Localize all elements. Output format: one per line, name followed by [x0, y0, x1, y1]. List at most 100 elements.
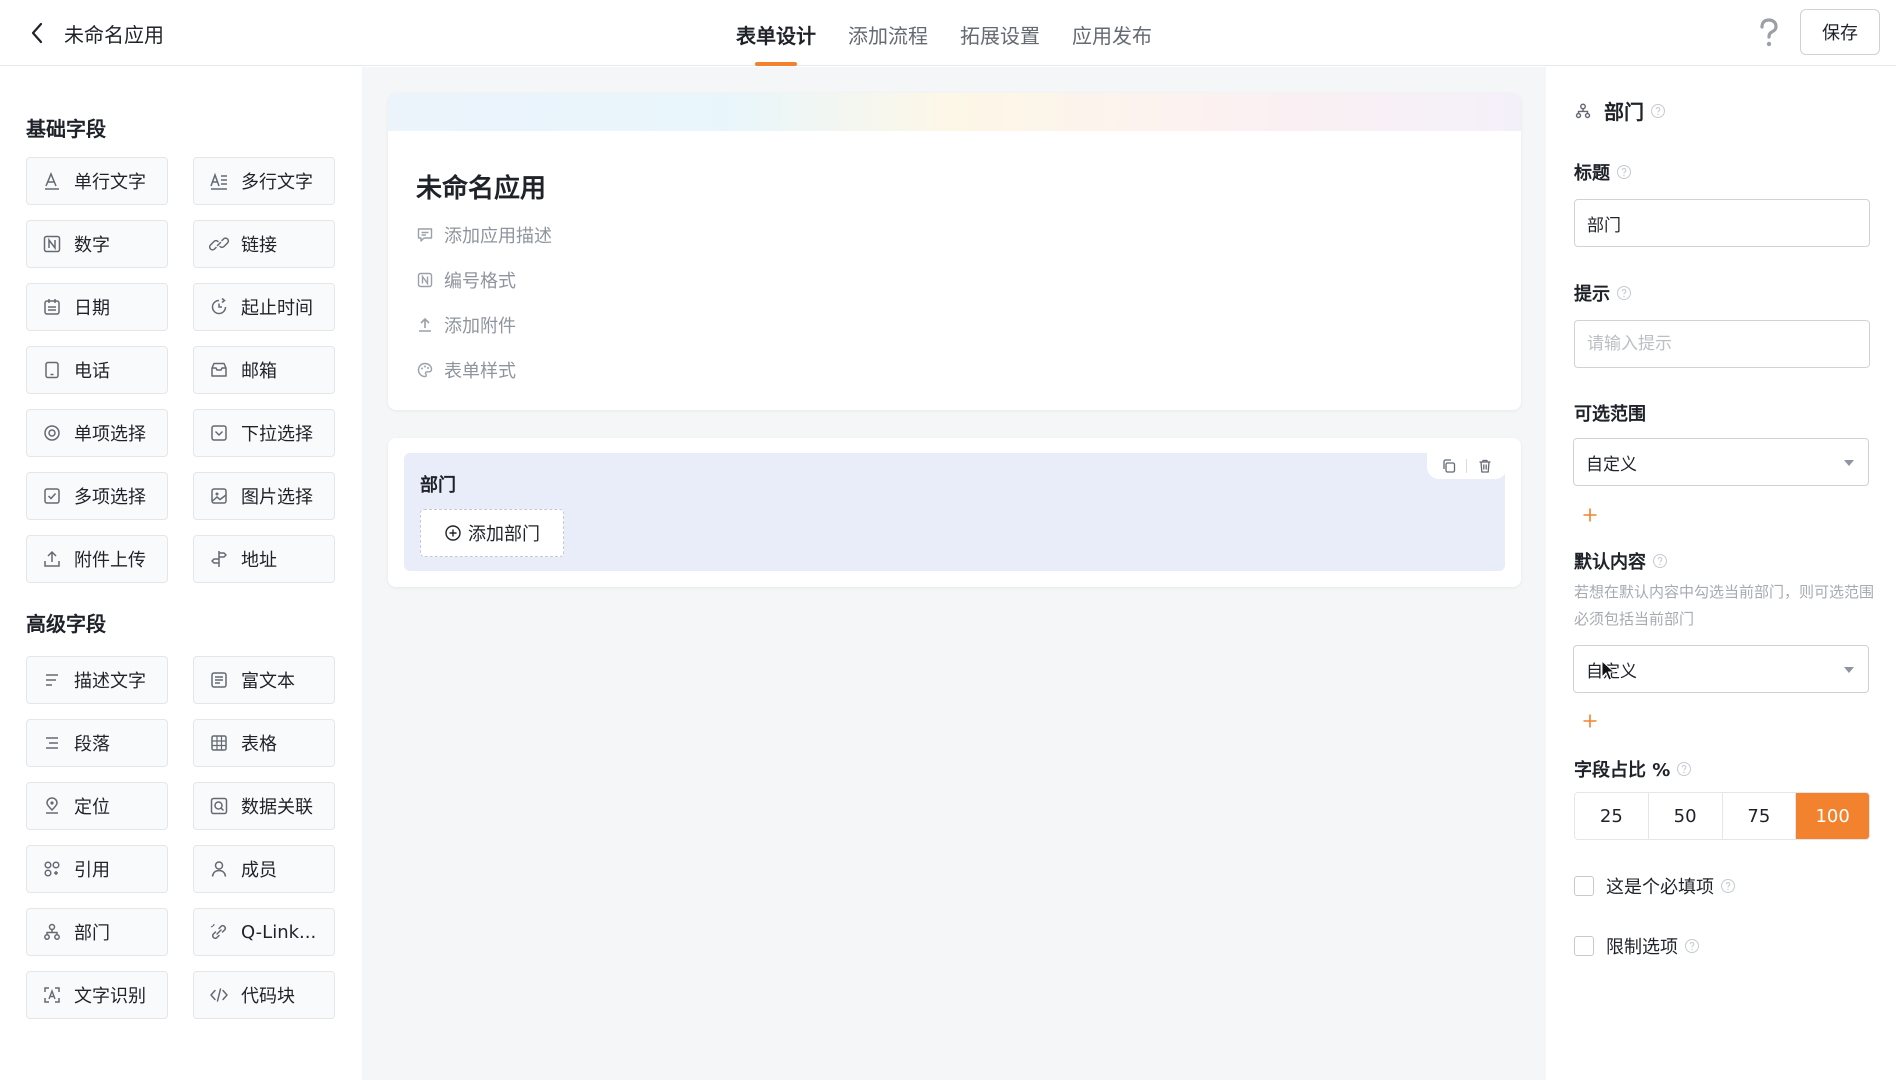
add-department-button[interactable]: 添加部门 — [420, 509, 564, 557]
field-item-label: 部门 — [74, 923, 110, 944]
field-item-code-block[interactable]: 代码块 — [193, 971, 335, 1019]
info-icon[interactable] — [1652, 553, 1668, 569]
copy-field-button[interactable] — [1439, 456, 1459, 476]
field-item-description[interactable]: 描述文字 — [26, 656, 168, 704]
ratio-option-75[interactable]: 75 — [1722, 793, 1797, 839]
field-item-number[interactable]: 数字 — [26, 220, 168, 268]
field-item-data-link[interactable]: 数据关联 — [193, 782, 335, 830]
field-item-label: 数字 — [74, 235, 110, 256]
field-item-ocr[interactable]: 文字识别 — [26, 971, 168, 1019]
form-header-card[interactable]: 未命名应用 添加应用描述 编号格式 添加附件 表单样式 — [388, 93, 1521, 410]
field-item-rich-text[interactable]: 富文本 — [193, 656, 335, 704]
copy-icon — [1443, 459, 1455, 473]
field-item-department[interactable]: 部门 — [26, 908, 168, 956]
field-item-image-select[interactable]: 图片选择 — [193, 472, 335, 520]
add-department-label: 添加部门 — [468, 524, 540, 545]
number-format-link[interactable]: 编号格式 — [416, 267, 516, 293]
title-label: 标题 — [1574, 159, 1632, 185]
field-item-label: 电话 — [74, 361, 110, 382]
range-select[interactable]: 自定义 — [1573, 438, 1869, 486]
number-icon — [43, 235, 61, 253]
tab-add-workflow[interactable]: 添加流程 — [832, 0, 944, 66]
time-range-icon — [211, 297, 227, 315]
limit-options-checkbox[interactable] — [1574, 936, 1594, 956]
location-icon — [46, 797, 58, 814]
link-icon — [209, 237, 229, 251]
field-item-address[interactable]: 地址 — [193, 535, 335, 583]
required-checkbox[interactable] — [1574, 876, 1594, 896]
radio-icon — [44, 425, 60, 441]
field-item-dropdown[interactable]: 下拉选择 — [193, 409, 335, 457]
comment-icon — [417, 228, 433, 242]
field-item-label: 描述文字 — [74, 671, 146, 692]
required-checkbox-row[interactable]: 这是个必填项 — [1574, 873, 1736, 899]
default-content-label: 默认内容 — [1574, 548, 1668, 574]
add-range-button[interactable] — [1578, 503, 1602, 527]
field-item-single-line-text[interactable]: 单行文字 — [26, 157, 168, 205]
field-item-q-link[interactable]: Q-Link... — [193, 908, 335, 956]
limit-options-checkbox-row[interactable]: 限制选项 — [1574, 933, 1700, 959]
field-item-single-select[interactable]: 单项选择 — [26, 409, 168, 457]
ratio-option-25[interactable]: 25 — [1575, 793, 1649, 839]
field-library-panel: 基础字段 单行文字 多行文字 数字 链接 日期 起止时间 电话 邮箱 单项选择 … — [0, 67, 362, 1080]
tab-form-design[interactable]: 表单设计 — [720, 0, 832, 66]
field-item-label: 文字识别 — [74, 986, 146, 1007]
department-icon — [44, 923, 60, 940]
tab-extension-settings[interactable]: 拓展设置 — [944, 0, 1056, 66]
help-button[interactable] — [1756, 16, 1782, 50]
field-item-date[interactable]: 日期 — [26, 283, 168, 331]
field-item-time-range[interactable]: 起止时间 — [193, 283, 335, 331]
field-item-link[interactable]: 链接 — [193, 220, 335, 268]
field-item-label: 起止时间 — [241, 298, 313, 319]
info-icon[interactable] — [1676, 761, 1692, 777]
hint-input[interactable] — [1574, 320, 1870, 368]
field-item-label: 邮箱 — [241, 361, 277, 382]
field-item-multi-select[interactable]: 多项选择 — [26, 472, 168, 520]
title-input[interactable] — [1574, 199, 1870, 247]
field-item-label: 成员 — [241, 860, 277, 881]
rich-text-icon — [211, 672, 227, 688]
form-style-link[interactable]: 表单样式 — [416, 357, 516, 383]
meta-item-label: 添加附件 — [444, 316, 516, 337]
info-icon[interactable] — [1616, 164, 1632, 180]
text-icon — [45, 172, 59, 190]
multiline-text-icon — [210, 172, 227, 190]
ratio-option-100[interactable]: 100 — [1796, 793, 1869, 839]
selected-field[interactable]: 部门 添加部门 — [404, 453, 1507, 571]
field-item-email[interactable]: 邮箱 — [193, 346, 335, 394]
field-item-paragraph[interactable]: 段落 — [26, 719, 168, 767]
delete-field-button[interactable] — [1475, 456, 1495, 476]
field-item-label: 地址 — [241, 550, 277, 571]
field-item-phone[interactable]: 电话 — [26, 346, 168, 394]
field-item-table[interactable]: 表格 — [193, 719, 335, 767]
field-item-reference[interactable]: 引用 — [26, 845, 168, 893]
info-icon[interactable] — [1684, 938, 1700, 954]
field-item-label: 引用 — [74, 860, 110, 881]
field-item-member[interactable]: 成员 — [193, 845, 335, 893]
field-item-multi-line-text[interactable]: 多行文字 — [193, 157, 335, 205]
info-icon[interactable] — [1616, 285, 1632, 301]
toolbar-divider — [1466, 459, 1468, 473]
caret-down-icon — [1844, 460, 1854, 466]
ratio-option-50[interactable]: 50 — [1648, 793, 1723, 839]
field-item-attachment[interactable]: 附件上传 — [26, 535, 168, 583]
back-button[interactable] — [22, 18, 52, 48]
add-default-button[interactable] — [1578, 709, 1602, 733]
paragraph-icon — [46, 737, 58, 749]
signpost-icon — [211, 551, 227, 567]
field-item-label: 单行文字 — [74, 172, 146, 193]
add-attachment-link[interactable]: 添加附件 — [416, 312, 516, 338]
info-icon[interactable] — [1650, 103, 1666, 119]
add-description-link[interactable]: 添加应用描述 — [416, 222, 552, 248]
info-icon[interactable] — [1720, 878, 1736, 894]
ocr-icon — [44, 987, 60, 1003]
field-ratio-selector: 25 50 75 100 — [1574, 792, 1870, 840]
field-item-label: 富文本 — [241, 671, 295, 692]
tab-app-publish[interactable]: 应用发布 — [1056, 0, 1168, 66]
form-title[interactable]: 未命名应用 — [416, 168, 546, 205]
save-button[interactable]: 保存 — [1800, 9, 1880, 55]
limit-options-label: 限制选项 — [1606, 937, 1678, 958]
default-content-select[interactable]: 自定义 — [1573, 645, 1869, 693]
field-item-location[interactable]: 定位 — [26, 782, 168, 830]
field-item-label: 段落 — [74, 734, 110, 755]
